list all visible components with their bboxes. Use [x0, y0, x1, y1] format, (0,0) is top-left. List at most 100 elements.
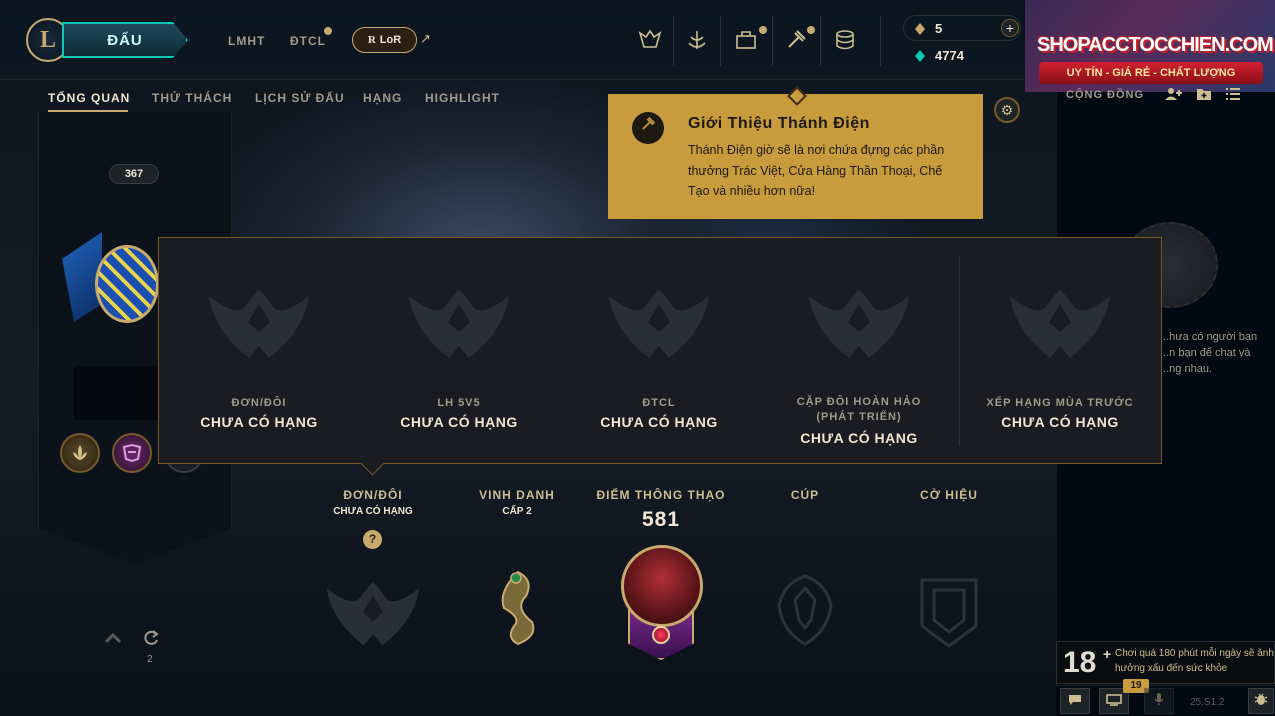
queue-rank: CHƯA CÓ HẠNG — [600, 414, 718, 430]
tooltip-body: Thánh Điện giờ sẽ là nơi chứa đựng các p… — [688, 143, 945, 198]
banner-placeholder-icon — [920, 578, 978, 648]
mastery-gem-icon — [652, 626, 670, 644]
watermark-title: SHOPACCTOCCHIEN.COM — [1037, 34, 1274, 56]
queue-name: LH 5V5 — [437, 397, 481, 409]
stat-ranked-label: ĐƠN/ĐÔI — [343, 488, 403, 502]
active-tab-indicator — [48, 110, 128, 112]
queue-rank: CHƯA CÓ HẠNG — [800, 430, 918, 446]
rank-popup: ĐƠN/ĐÔI CHƯA CÓ HẠNG LH 5V5 CHƯA CÓ HẠNG… — [158, 237, 1162, 464]
blue-essence-icon — [915, 49, 925, 62]
stat-trophy-label: CÚP — [790, 488, 820, 502]
sanctum-intro-tooltip[interactable]: Giới Thiệu Thánh Điện Thánh Điện giờ sẽ … — [608, 94, 983, 219]
help-icon[interactable]: ? — [363, 530, 382, 549]
nav-separator — [772, 16, 773, 66]
tft-notification-dot — [324, 27, 332, 35]
watermark-subtitle: UY TÍN - GIÁ RẺ - CHẤT LƯỢNG — [1039, 62, 1263, 84]
unranked-crest-icon — [809, 290, 909, 358]
add-folder-icon[interactable] — [1196, 87, 1212, 104]
stat-ranked-sub: CHƯA CÓ HẠNG — [333, 506, 413, 517]
nav-separator — [673, 16, 674, 66]
queue-name: ĐƠN/ĐÔI — [231, 397, 287, 409]
stat-banner-label: CỜ HIỆU — [920, 488, 978, 502]
trophy-placeholder-icon — [777, 574, 833, 646]
blue-essence: 4774 — [913, 48, 964, 63]
queue-name: ĐTCL — [642, 397, 676, 409]
add-currency-button[interactable]: + — [1001, 19, 1019, 37]
emblem-clash-icon[interactable] — [112, 433, 152, 473]
summoner-level: 367 — [109, 164, 159, 184]
stat-honor-sub: CẤP 2 — [502, 506, 532, 517]
nav-tft[interactable]: ĐTCL — [290, 34, 326, 48]
nav-lmht[interactable]: LMHT — [228, 34, 265, 48]
lor-button[interactable]: R LoR — [352, 27, 417, 53]
queue-name: CẶP ĐÔI HOÀN HẢO (PHÁT TRIỂN) — [796, 396, 922, 423]
crafting-hammer-icon — [632, 112, 664, 144]
external-link-icon: ↗ — [420, 31, 431, 46]
nav-separator — [720, 16, 721, 66]
unranked-crest-icon — [609, 290, 709, 358]
tooltip-title: Giới Thiệu Thánh Điện — [688, 115, 870, 132]
collection-bag-icon[interactable] — [729, 24, 763, 56]
collection-notification-dot — [759, 26, 767, 34]
stat-mastery[interactable]: ĐIỂM THÔNG THẠO 581 — [596, 488, 726, 532]
chevron-up-icon[interactable] — [104, 629, 122, 650]
age-rating: 18 — [1063, 646, 1097, 679]
sanctum-icon[interactable] — [680, 24, 714, 56]
orange-essence-value: 5 — [935, 21, 943, 36]
orange-essence: 5 — [913, 21, 942, 36]
crafting-notification-dot — [807, 26, 815, 34]
stat-mastery-label: ĐIỂM THÔNG THẠO — [596, 488, 726, 502]
client-version: 25.S1.2 — [1190, 697, 1225, 708]
tab-highlights[interactable]: HIGHLIGHT — [425, 91, 500, 105]
stat-banner[interactable]: CỜ HIỆU — [909, 488, 989, 502]
mastery-champion-portrait[interactable] — [621, 545, 703, 627]
queue-rank: CHƯA CÓ HẠNG — [200, 414, 318, 430]
refresh-icon[interactable] — [142, 629, 160, 652]
tab-ranked[interactable]: HẠNG — [363, 91, 402, 105]
stat-honor-label: VINH DANH — [479, 488, 555, 502]
queue-rank: CHƯA CÓ HẠNG — [1001, 414, 1119, 430]
play-button[interactable]: ĐẤU — [62, 22, 188, 58]
store-coins-icon[interactable] — [828, 24, 862, 56]
lor-logo-icon: R — [367, 34, 376, 46]
add-friend-icon[interactable] — [1165, 87, 1183, 104]
age-warning-text: Chơi quá 180 phút mỗi ngày sẽ ảnh hưởng … — [1115, 648, 1274, 674]
nav-separator — [880, 16, 881, 66]
empty-friends-text: ...hưa có người bạn ...n bạn để chat và … — [1160, 331, 1258, 375]
orange-essence-icon — [915, 22, 925, 35]
rank-previous-season: XẾP HẠNG MÙA TRƯỚC CHƯA CÓ HẠNG — [960, 238, 1160, 465]
lor-label: LoR — [379, 34, 402, 46]
queue-name: XẾP HẠNG MÙA TRƯỚC — [986, 397, 1134, 409]
stat-mastery-value: 581 — [641, 508, 681, 531]
blue-essence-value: 4774 — [935, 48, 964, 63]
stat-honor[interactable]: VINH DANH CẤP 2 — [472, 488, 562, 517]
tab-overview[interactable]: TỔNG QUAN — [48, 91, 130, 105]
tab-challenges[interactable]: THỬ THÁCH — [152, 91, 232, 105]
honor-level-emblem-icon — [501, 570, 535, 646]
summoner-name-redacted — [74, 366, 164, 420]
avatar[interactable] — [95, 245, 159, 323]
social-section-label: CỘNG ĐỒNG — [1066, 89, 1145, 101]
watermark-banner: SHOPACCTOCCHIEN.COM UY TÍN - GIÁ RẺ - CH… — [1025, 0, 1275, 92]
rank-flex: LH 5V5 CHƯA CÓ HẠNG — [359, 238, 559, 465]
emblem-honor-icon[interactable] — [60, 433, 100, 473]
friend-list-menu-icon[interactable] — [1225, 87, 1241, 104]
unranked-crest-icon — [409, 290, 509, 358]
age-rating-plus: + — [1103, 646, 1112, 662]
rank-double-up: CẶP ĐÔI HOÀN HẢO (PHÁT TRIỂN) CHƯA CÓ HẠ… — [759, 238, 959, 465]
bug-report-icon[interactable] — [1248, 688, 1274, 714]
gear-icon[interactable]: ⚙ — [994, 97, 1020, 123]
stat-ranked[interactable]: ĐƠN/ĐÔI CHƯA CÓ HẠNG — [318, 488, 428, 517]
age-warning: 18 + Chơi quá 180 phút mỗi ngày sẽ ảnh h… — [1056, 641, 1275, 684]
rank-tft: ĐTCL CHƯA CÓ HẠNG — [559, 238, 759, 465]
queue-rank: CHƯA CÓ HẠNG — [400, 414, 518, 430]
stat-trophy[interactable]: CÚP — [775, 488, 835, 502]
tab-match-history[interactable]: LỊCH SỬ ĐẤU — [255, 91, 345, 105]
chat-icon[interactable] — [1060, 688, 1090, 714]
nav-separator — [820, 16, 821, 66]
microphone-icon[interactable] — [1144, 688, 1174, 714]
clash-icon[interactable] — [633, 24, 667, 56]
unranked-crest-icon — [209, 290, 309, 358]
reroll-count: 2 — [147, 654, 153, 665]
currency-wallet: 5 + 4774 — [903, 15, 1021, 71]
